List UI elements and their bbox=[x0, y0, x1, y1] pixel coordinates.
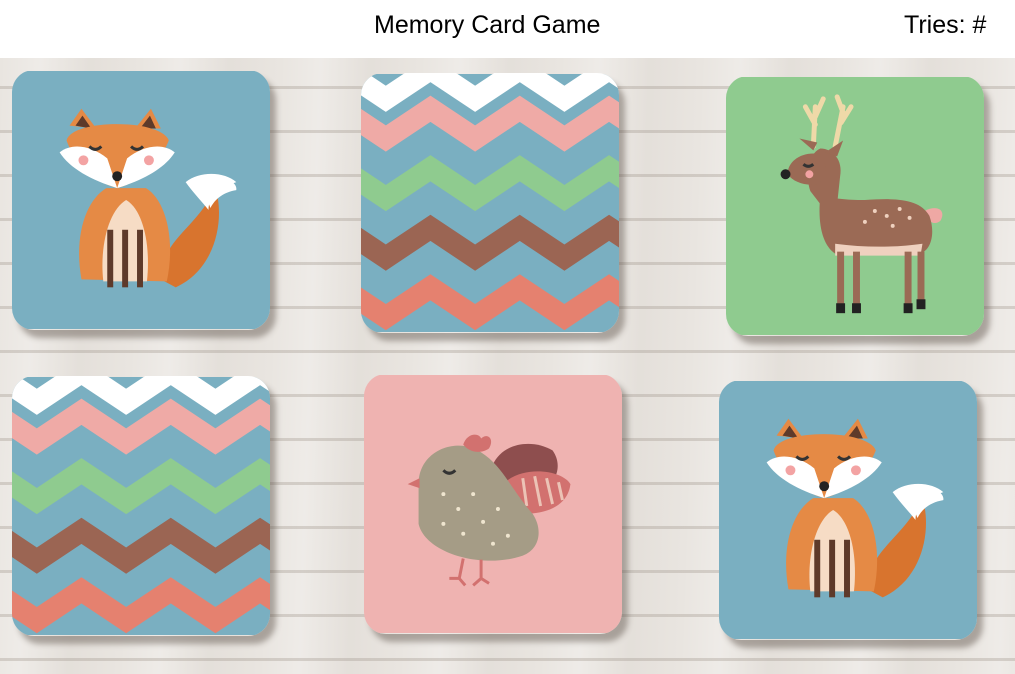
game-title: Memory Card Game bbox=[374, 11, 601, 39]
card-fox-1[interactable] bbox=[12, 70, 270, 330]
card-bird[interactable] bbox=[364, 374, 622, 634]
card-deer[interactable] bbox=[726, 76, 984, 336]
card-face-down-2[interactable] bbox=[12, 376, 270, 636]
card-board bbox=[0, 58, 1015, 674]
fox-icon bbox=[719, 380, 977, 640]
card-fox-2[interactable] bbox=[719, 380, 977, 640]
card-face-down-1[interactable] bbox=[361, 73, 619, 333]
deer-icon bbox=[726, 76, 984, 336]
header-bar: Memory Card Game Tries: # bbox=[0, 0, 1015, 58]
bird-icon bbox=[364, 374, 622, 634]
fox-icon bbox=[12, 70, 270, 330]
chevron-pattern-icon bbox=[12, 376, 270, 636]
tries-counter: Tries: # bbox=[904, 11, 987, 39]
chevron-pattern-icon bbox=[361, 73, 619, 333]
